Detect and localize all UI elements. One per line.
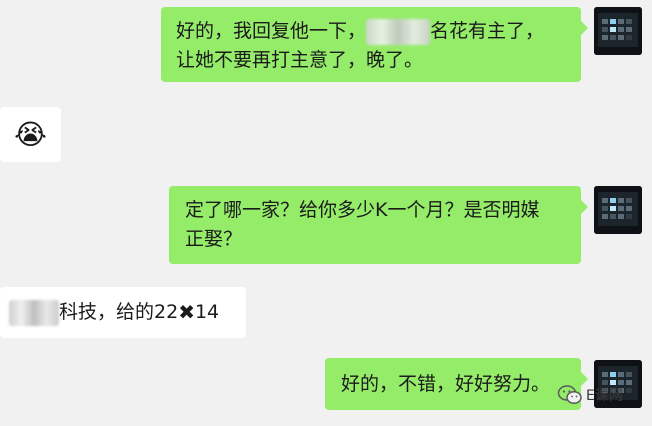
message-text: 14 <box>194 301 220 323</box>
message-line: 正娶？ <box>185 228 243 250</box>
message-bubble-incoming[interactable]: 科技，给的22 ✖ 14 <box>0 287 246 338</box>
crying-face-icon: 😭 <box>14 117 47 151</box>
message-bubble-outgoing[interactable]: 好的，我回复他一下， 名花有主了， 让她不要再打主意了，晚了。 <box>161 7 588 82</box>
user-avatar[interactable] <box>594 7 642 55</box>
multiply-icon: ✖ <box>178 300 195 324</box>
redacted-company <box>9 299 59 326</box>
user-avatar[interactable] <box>594 186 642 234</box>
redacted-name <box>366 18 431 45</box>
message-text: 好的，不错，好好努力。 <box>341 372 551 395</box>
message-bubble-outgoing[interactable]: 好的，不错，好好努力。 <box>325 358 588 410</box>
message-text: 好的，我回复他一下， <box>176 20 367 42</box>
watermark-text: E课网 <box>586 388 623 404</box>
message-bubble-outgoing[interactable]: 定了哪一家？给你多少K一个月？是否明媒 正娶？ <box>169 186 588 264</box>
wechat-icon <box>557 385 582 405</box>
message-text: 科技，给的22 <box>59 301 179 323</box>
message-line: 好的，我回复他一下， 名花有主了， <box>176 17 567 46</box>
message-line: 定了哪一家？给你多少K一个月？是否明媒 <box>185 199 540 221</box>
watermark: E课网 <box>557 384 623 406</box>
avatar-image <box>594 186 642 234</box>
message-bubble-incoming[interactable]: 😭 <box>0 107 61 162</box>
message-text: 名花有主了， <box>430 20 545 42</box>
message-line: 让她不要再打主意了，晚了。 <box>176 49 424 71</box>
avatar-image <box>594 7 642 55</box>
